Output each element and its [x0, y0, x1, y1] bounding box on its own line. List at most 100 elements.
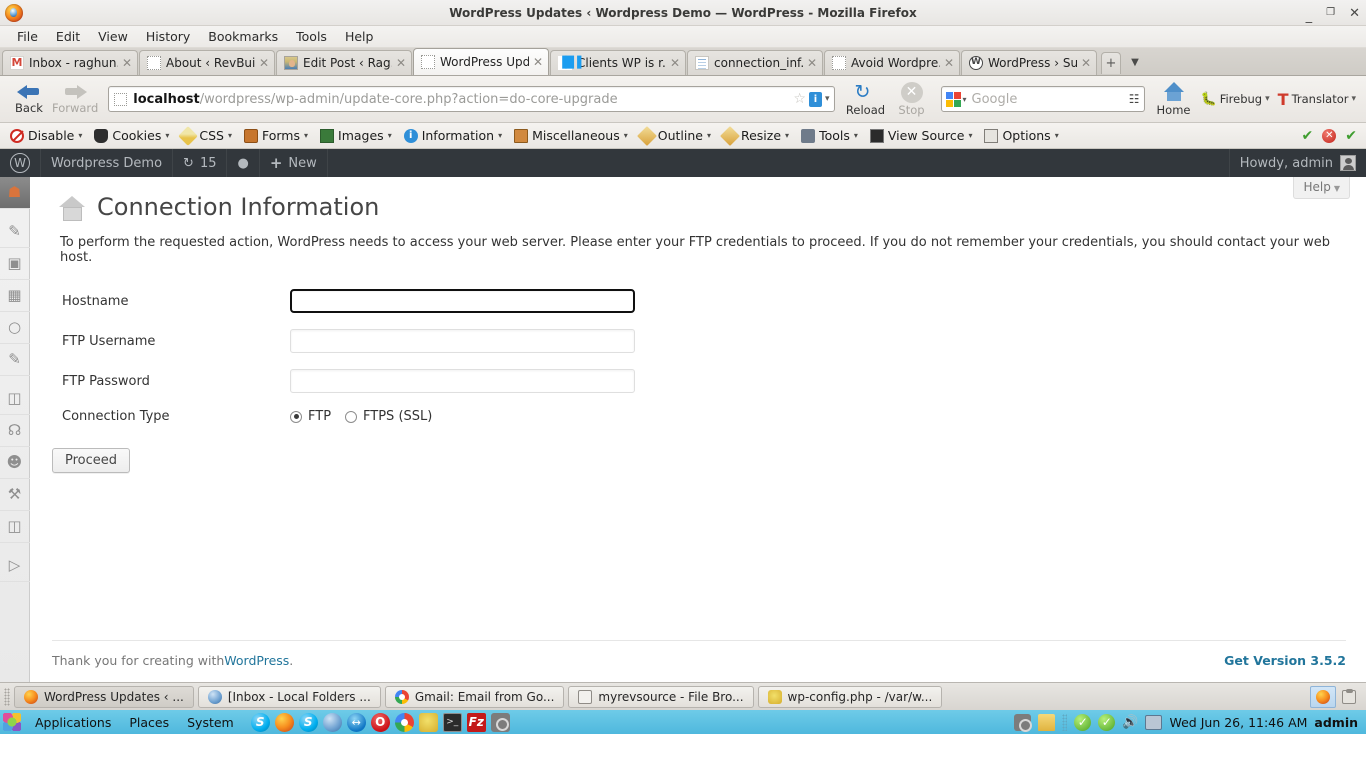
hostname-input[interactable] [289, 288, 636, 314]
devbar-item-css[interactable]: CSS ▾ [175, 125, 238, 146]
devbar-item-tools[interactable]: Tools ▾ [795, 128, 864, 143]
user-menu[interactable]: admin [1314, 715, 1358, 730]
tab-close-icon[interactable]: ✕ [670, 56, 680, 70]
filezilla-icon[interactable]: Fz [466, 712, 486, 732]
volume-icon[interactable]: 🔊 [1122, 715, 1138, 730]
teamviewer-icon[interactable] [346, 712, 366, 732]
home-button[interactable]: Home [1151, 77, 1197, 121]
tab-close-icon[interactable]: ✕ [122, 56, 132, 70]
sidebar-item-dashboard[interactable]: ☗ [0, 177, 38, 209]
devbar-item-forms[interactable]: Forms ▾ [238, 128, 314, 143]
updates-menu[interactable]: ↻ 15 [173, 149, 228, 177]
places-menu[interactable]: Places [120, 715, 178, 730]
radio-ftp[interactable] [290, 410, 302, 423]
comments-menu[interactable]: ● [227, 149, 260, 177]
taskbar-window-file-browser[interactable]: myrevsource - File Bro... [568, 685, 754, 708]
close-button[interactable]: ✕ [1349, 7, 1360, 20]
taskbar-window-chrome[interactable]: Gmail: Email from Go... [384, 685, 565, 708]
ftp-username-input[interactable] [290, 329, 635, 353]
firebug-chevron-down-icon[interactable]: ▾ [1265, 94, 1270, 104]
menu-item-help[interactable]: Help [336, 28, 383, 45]
opera-icon[interactable] [370, 712, 390, 732]
wordpress-link[interactable]: WordPress [224, 653, 289, 668]
new-tab-button[interactable]: + [1101, 52, 1121, 74]
ftp-password-input[interactable] [290, 369, 635, 393]
radio-ftps-ssl[interactable] [345, 410, 358, 423]
folder-tray-icon[interactable] [1038, 713, 1056, 731]
taskbar-window-kate[interactable]: wp-config.php - /var/w... [757, 685, 943, 708]
url-dropdown-chevron-down-icon[interactable]: ▾ [825, 94, 830, 104]
binoculars-icon[interactable]: ☷ [1129, 92, 1140, 106]
proceed-button[interactable]: Proceed [52, 448, 131, 473]
chrome-icon[interactable] [394, 712, 414, 732]
sidebar-item-pages[interactable]: ▦ [0, 280, 30, 312]
dropbox-check-icon[interactable]: ✓ [1074, 713, 1092, 731]
page-info-icon[interactable]: i [808, 91, 822, 107]
menu-item-file[interactable]: File [8, 28, 47, 45]
sidebar-item-appearance[interactable]: ◫ [0, 383, 30, 415]
site-name-menu[interactable]: Wordpress Demo [41, 149, 174, 177]
browser-tab[interactable]: connection_inf... ✕ [687, 50, 823, 75]
terminal-icon[interactable]: >_ [442, 712, 462, 732]
firebug-button[interactable]: 🐛 Firebug ▾ [1197, 77, 1274, 121]
tab-list-chevron-down-icon[interactable]: ▼ [1124, 49, 1146, 75]
skype-icon-2[interactable]: S [298, 712, 318, 732]
bookmark-star-icon[interactable]: ☆ [793, 91, 806, 107]
tab-close-icon[interactable]: ✕ [944, 56, 954, 70]
devbar-item-view-source[interactable]: View Source ▾ [864, 128, 979, 143]
taskbar-window-firefox[interactable]: WordPress Updates ‹ ... [14, 685, 194, 708]
get-version-link[interactable]: Get Version 3.5.2 [1224, 653, 1346, 668]
tray-clipboard-button[interactable] [1336, 686, 1362, 708]
search-engine-chevron-down-icon[interactable]: ▾ [963, 95, 967, 104]
browser-tab[interactable]: Avoid Wordpre... ✕ [824, 50, 960, 75]
tab-close-icon[interactable]: ✕ [533, 55, 543, 69]
forward-button[interactable]: Forward [52, 77, 98, 121]
sidebar-item-tools[interactable]: ⚒ [0, 479, 30, 511]
screenshot-tray-icon[interactable] [1014, 713, 1033, 732]
skype-icon[interactable]: S [250, 712, 270, 732]
menu-item-history[interactable]: History [137, 28, 199, 45]
devbar-item-information[interactable]: i Information ▾ [398, 128, 508, 143]
devbar-item-outline[interactable]: Outline ▾ [634, 125, 717, 146]
sidebar-collapse-button[interactable]: ▷ [0, 550, 30, 582]
new-content-menu[interactable]: + New [260, 149, 328, 177]
tab-close-icon[interactable]: ✕ [259, 56, 269, 70]
clock[interactable]: Wed Jun 26, 11:46 AM [1169, 715, 1307, 730]
update-check-icon[interactable]: ✓ [1098, 713, 1116, 731]
translator-button[interactable]: T Translator ▾ [1274, 77, 1360, 121]
sidebar-item-users[interactable]: ☻ [0, 447, 30, 479]
tab-close-icon[interactable]: ✕ [807, 56, 817, 70]
screenshot-icon[interactable] [490, 712, 510, 732]
validation-check-icon[interactable]: ✔ [1302, 128, 1314, 144]
sidebar-item-plugins[interactable]: ☊ [0, 415, 30, 447]
sidebar-item-posts[interactable]: ✎ [0, 216, 30, 248]
search-input[interactable]: Google [972, 92, 1129, 107]
reload-button[interactable]: ↻ Reload [843, 77, 889, 121]
applications-menu[interactable]: Applications [26, 715, 120, 730]
devbar-item-options[interactable]: Options ▾ [978, 128, 1064, 143]
help-tab-toggle[interactable]: Help ▼ [1293, 177, 1350, 199]
validation-check-icon-2[interactable]: ✔ [1345, 128, 1357, 144]
my-account-menu[interactable]: Howdy, admin [1228, 149, 1366, 177]
browser-tab[interactable]: Inbox - raghun... ✕ [2, 50, 138, 75]
tab-close-icon[interactable]: ✕ [396, 56, 406, 70]
search-bar[interactable]: ▾ Google ☷ [940, 86, 1145, 112]
devbar-item-miscellaneous[interactable]: Miscellaneous ▾ [508, 128, 634, 143]
validation-error-icon[interactable]: ✕ [1322, 128, 1337, 143]
google-search-engine-icon[interactable] [945, 91, 961, 107]
browser-tab[interactable]: WordPress › Su... ✕ [961, 50, 1097, 75]
back-button[interactable]: Back [6, 77, 52, 121]
maximize-button[interactable]: ❐ [1326, 8, 1335, 18]
firefox-icon[interactable] [274, 712, 294, 732]
sidebar-item-comments[interactable]: ○ [0, 312, 30, 344]
minimize-button[interactable]: _ [1306, 10, 1313, 23]
system-menu[interactable]: System [178, 715, 243, 730]
tray-grip-handle[interactable] [1062, 713, 1068, 731]
site-identity-icon[interactable] [114, 92, 128, 106]
kate-icon[interactable] [418, 712, 438, 732]
address-bar[interactable]: localhost/wordpress/wp-admin/update-core… [108, 86, 835, 112]
network-icon[interactable] [1145, 714, 1163, 730]
thunderbird-icon[interactable] [322, 712, 342, 732]
stop-button[interactable]: ✕ Stop [889, 77, 935, 121]
taskbar-window-thunderbird[interactable]: [Inbox - Local Folders ... [197, 685, 381, 708]
